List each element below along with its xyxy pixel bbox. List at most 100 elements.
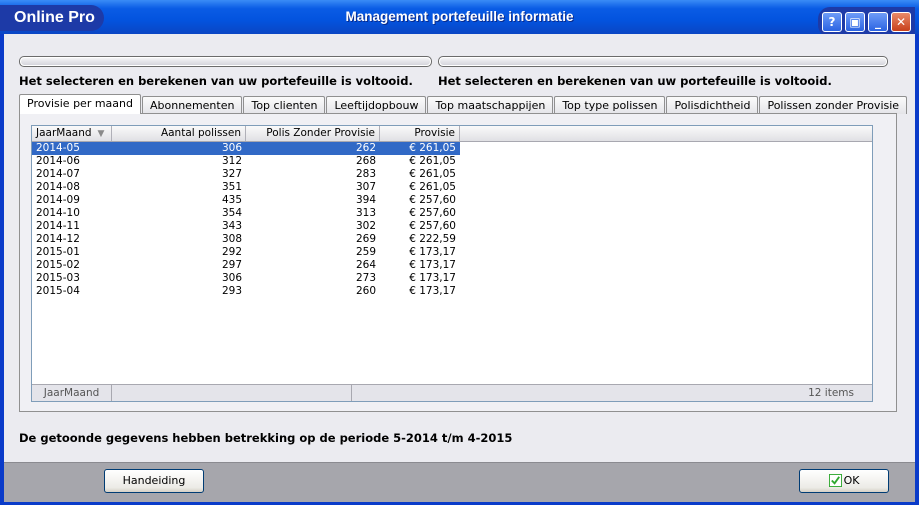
table-row[interactable]: 2014-12 308 269 € 222,59 xyxy=(32,233,872,246)
table-cell: 2015-04 xyxy=(36,285,80,297)
sort-arrow-icon: ▼ xyxy=(97,129,105,139)
table-cell: € 257,60 xyxy=(409,194,456,206)
period-text: De getoonde gegevens hebben betrekking o… xyxy=(19,431,513,445)
close-icon[interactable]: ✕ xyxy=(891,12,911,32)
table-cell: 2014-05 xyxy=(32,142,112,155)
app-window: Online Pro Management portefeuille infor… xyxy=(0,0,919,505)
table-cell: 269 xyxy=(355,233,376,245)
table-cell: 312 xyxy=(221,155,242,167)
table-row[interactable]: 2014-09 435 394 € 257,60 xyxy=(32,194,872,207)
table-cell: 2014-11 xyxy=(36,220,80,232)
table-cell: € 222,59 xyxy=(409,233,456,245)
table-cell: 262 xyxy=(246,142,380,155)
table-cell: 327 xyxy=(221,168,242,180)
tab-top-maatschappijen[interactable]: Top maatschappijen xyxy=(427,96,554,114)
table-cell: 2014-06 xyxy=(36,155,80,167)
table-cell: € 261,05 xyxy=(409,168,456,180)
table-row[interactable]: 2015-04 293 260 € 173,17 xyxy=(32,285,872,298)
table-row[interactable]: 2015-02 297 264 € 173,17 xyxy=(32,259,872,272)
table-cell: € 261,05 xyxy=(409,181,456,193)
table-cell: € 173,17 xyxy=(409,285,456,297)
table-cell: 259 xyxy=(355,246,376,258)
table-cell: € 261,05 xyxy=(380,142,460,155)
check-icon xyxy=(828,474,842,487)
tab-top-type-polissen[interactable]: Top type polissen xyxy=(554,96,666,114)
ok-button-label: OK xyxy=(843,474,860,487)
tab-polisdichtheid[interactable]: Polisdichtheid xyxy=(666,96,759,114)
footer-item-count: 12 items xyxy=(808,387,854,399)
document-icon[interactable]: ▣ xyxy=(845,12,865,32)
table-cell: 302 xyxy=(355,220,376,232)
table-cell: € 257,60 xyxy=(409,220,456,232)
table-cell: 351 xyxy=(221,181,242,193)
table-cell: € 257,60 xyxy=(409,207,456,219)
column-header-jaarmaand[interactable]: JaarMaand ▼ xyxy=(32,126,112,141)
tab-abonnementen[interactable]: Abonnementen xyxy=(142,96,243,114)
help-icon[interactable]: ? xyxy=(822,12,842,32)
table-row[interactable]: 2014-10 354 313 € 257,60 xyxy=(32,207,872,220)
table-cell: 435 xyxy=(221,194,242,206)
table-cell: 2015-02 xyxy=(36,259,80,271)
table-cell: € 173,17 xyxy=(409,272,456,284)
tab-leeftijdopbouw[interactable]: Leeftijdopbouw xyxy=(326,96,427,114)
table-row[interactable]: 2014-06 312 268 € 261,05 xyxy=(32,155,872,168)
table-cell: 306 xyxy=(112,142,246,155)
column-header-label: JaarMaand xyxy=(36,127,92,139)
progress-fill-left xyxy=(21,58,430,65)
footer-group-label: JaarMaand xyxy=(32,385,112,401)
data-grid[interactable]: JaarMaand ▼ Aantal polissen Polis Zonder … xyxy=(31,125,873,402)
table-cell: € 173,17 xyxy=(409,259,456,271)
tab-polissen-zonder-provisie[interactable]: Polissen zonder Provisie xyxy=(759,96,908,114)
table-cell: 306 xyxy=(221,272,242,284)
column-header-provisie[interactable]: Provisie xyxy=(380,126,460,141)
table-cell: 307 xyxy=(355,181,376,193)
window-title: Management portefeuille informatie xyxy=(345,9,574,24)
table-cell: 394 xyxy=(355,194,376,206)
table-cell: 2015-01 xyxy=(36,246,80,258)
grid-footer: JaarMaand 12 items xyxy=(32,384,872,401)
table-cell: € 173,17 xyxy=(409,246,456,258)
column-header-polis-zonder-provisie[interactable]: Polis Zonder Provisie xyxy=(246,126,380,141)
status-text-left: Het selecteren en berekenen van uw porte… xyxy=(19,74,413,88)
column-header-aantal-polissen[interactable]: Aantal polissen xyxy=(112,126,246,141)
table-row[interactable]: 2014-07 327 283 € 261,05 xyxy=(32,168,872,181)
title-buttons: ? ▣ _ ✕ xyxy=(818,7,915,37)
grid-header: JaarMaand ▼ Aantal polissen Polis Zonder … xyxy=(32,126,872,142)
table-cell: 354 xyxy=(221,207,242,219)
table-cell: 292 xyxy=(221,246,242,258)
table-cell: 283 xyxy=(355,168,376,180)
table-cell: 2015-03 xyxy=(36,272,80,284)
progress-fill-right xyxy=(440,58,886,65)
table-row[interactable]: 2015-01 292 259 € 173,17 xyxy=(32,246,872,259)
status-text-right: Het selecteren en berekenen van uw porte… xyxy=(438,74,832,88)
table-cell: 264 xyxy=(355,259,376,271)
client-area: Het selecteren en berekenen van uw porte… xyxy=(4,34,915,502)
table-row[interactable]: 2015-03 306 273 € 173,17 xyxy=(32,272,872,285)
title-bar[interactable]: Online Pro Management portefeuille infor… xyxy=(0,0,919,37)
table-cell: 2014-12 xyxy=(36,233,80,245)
table-cell: 2014-10 xyxy=(36,207,80,219)
table-cell: 2014-07 xyxy=(36,168,80,180)
bottom-bar: Handeiding OK xyxy=(4,462,915,502)
grid-rows: 2014-05 306 262 € 261,05 2014-06 312 268 € 261,… xyxy=(32,142,872,298)
table-row[interactable]: 2014-05 306 262 € 261,05 xyxy=(32,142,872,155)
table-cell: € 261,05 xyxy=(409,155,456,167)
manual-button[interactable]: Handeiding xyxy=(104,469,204,493)
table-cell: 2014-09 xyxy=(36,194,80,206)
minimize-icon[interactable]: _ xyxy=(868,12,888,32)
tab-strip: Provisie per maand Abonnementen Top client… xyxy=(19,94,908,114)
ok-button[interactable]: OK xyxy=(799,469,889,493)
table-cell: 260 xyxy=(355,285,376,297)
table-row[interactable]: 2014-11 343 302 € 257,60 xyxy=(32,220,872,233)
tab-top-clienten[interactable]: Top clienten xyxy=(243,96,326,114)
tab-provisie-per-maand[interactable]: Provisie per maand xyxy=(19,94,141,114)
table-cell: 343 xyxy=(221,220,242,232)
footer-spacer xyxy=(112,385,352,401)
progress-bar-left xyxy=(19,56,432,67)
table-cell: 268 xyxy=(355,155,376,167)
progress-bar-right xyxy=(438,56,888,67)
table-cell: 273 xyxy=(355,272,376,284)
table-row[interactable]: 2014-08 351 307 € 261,05 xyxy=(32,181,872,194)
table-cell: 2014-08 xyxy=(36,181,80,193)
table-cell: 308 xyxy=(221,233,242,245)
